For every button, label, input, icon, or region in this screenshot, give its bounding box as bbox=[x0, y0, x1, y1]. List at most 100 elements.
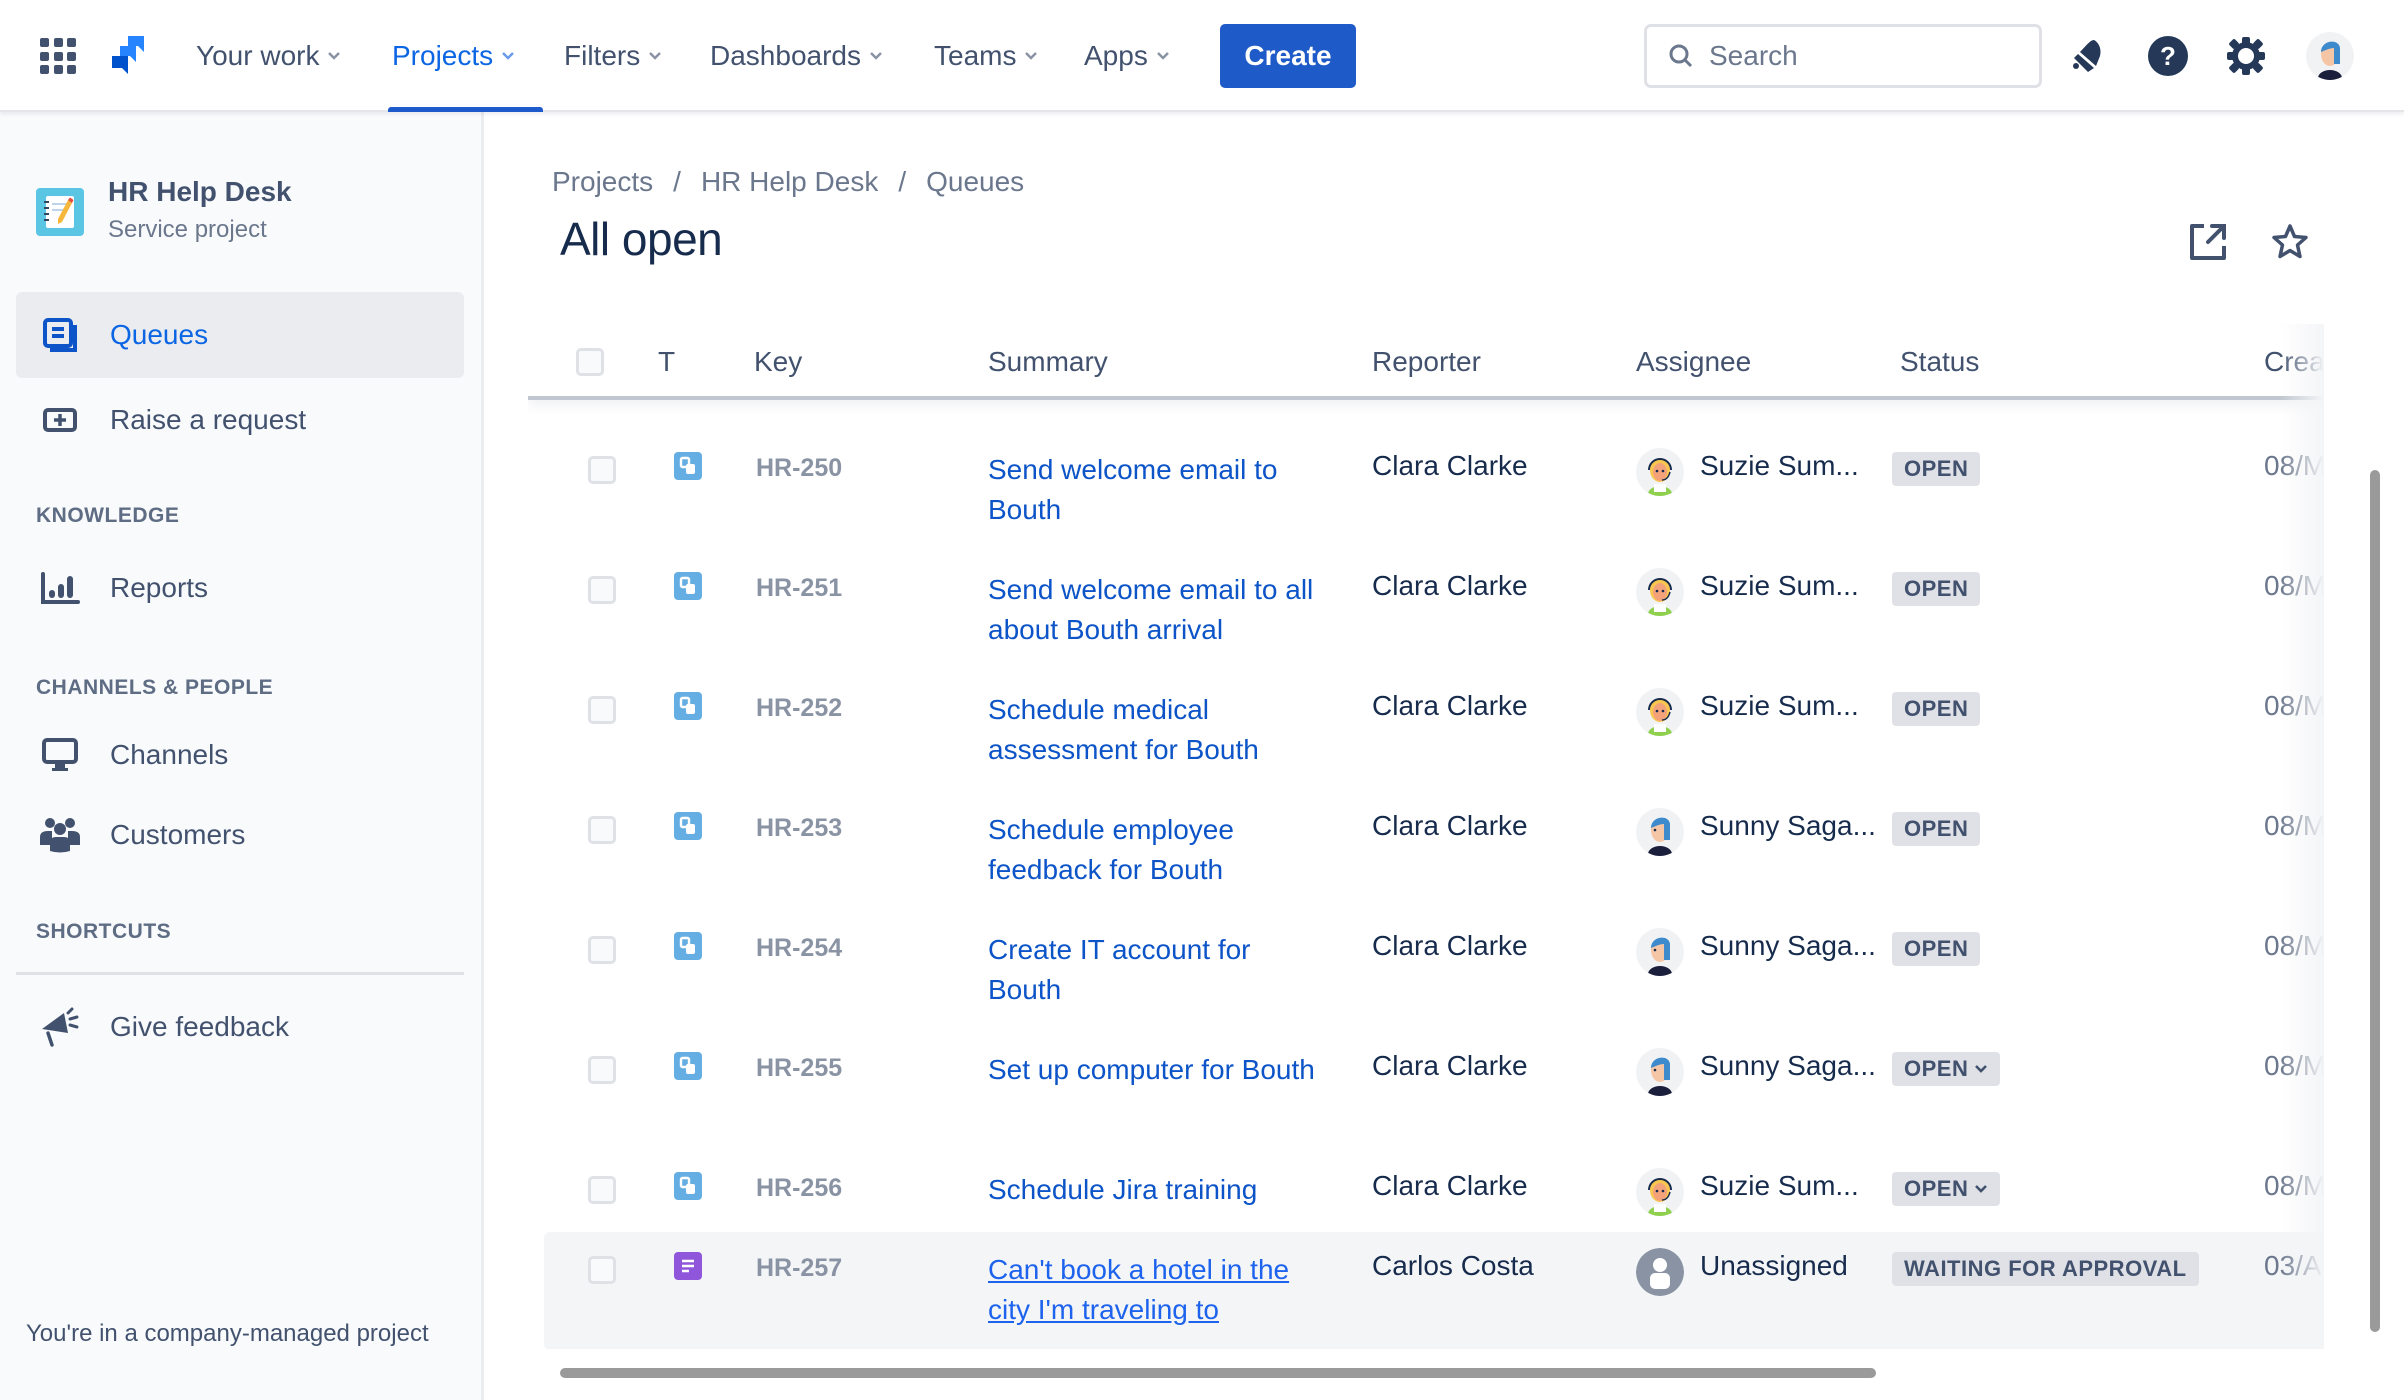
column-summary[interactable]: Summary bbox=[988, 346, 1108, 378]
create-button[interactable]: Create bbox=[1220, 24, 1356, 88]
sidebar-item-customers[interactable]: Customers bbox=[16, 792, 464, 878]
sidebar-item-label: Channels bbox=[110, 739, 229, 770]
row-checkbox[interactable] bbox=[588, 456, 616, 484]
issues-table: T Key Summary Reporter Assignee Status C… bbox=[528, 324, 2324, 1349]
sidebar-item-reports[interactable]: Reports bbox=[16, 545, 464, 631]
profile-avatar[interactable] bbox=[2306, 32, 2354, 80]
row-checkbox[interactable] bbox=[588, 1256, 616, 1284]
vertical-scrollbar[interactable] bbox=[2370, 470, 2380, 1332]
issue-key[interactable]: HR-257 bbox=[756, 1254, 842, 1283]
issue-key[interactable]: HR-256 bbox=[756, 1174, 842, 1203]
nav-label: Filters bbox=[564, 40, 641, 71]
reporter: Clara Clarke bbox=[1372, 930, 1528, 961]
issue-summary-link[interactable]: Schedule medical assessment for Bouth bbox=[988, 690, 1318, 770]
issue-summary-link[interactable]: Send welcome email to Bouth bbox=[988, 450, 1318, 530]
issue-key[interactable]: HR-251 bbox=[756, 574, 842, 603]
column-assignee[interactable]: Assignee bbox=[1636, 346, 1751, 378]
issue-summary-link[interactable]: Schedule Jira training bbox=[988, 1170, 1318, 1210]
status-badge[interactable]: OPEN bbox=[1892, 932, 1981, 966]
status-badge[interactable]: WAITING FOR APPROVAL bbox=[1892, 1252, 2199, 1286]
issue-summary-link[interactable]: Can't book a hotel in the city I'm trave… bbox=[988, 1250, 1318, 1330]
breadcrumb-queues[interactable]: Queues bbox=[926, 166, 1024, 198]
row-checkbox[interactable] bbox=[588, 576, 616, 604]
service-request-icon bbox=[674, 692, 702, 720]
assignee: Suzie Sum... bbox=[1700, 570, 1859, 601]
row-checkbox[interactable] bbox=[588, 1056, 616, 1084]
status-label: OPEN bbox=[1904, 1056, 1969, 1081]
status-badge[interactable]: OPEN bbox=[1892, 692, 1981, 726]
issue-key[interactable]: HR-253 bbox=[756, 814, 842, 843]
search-icon bbox=[1669, 44, 1693, 68]
table-header: T Key Summary Reporter Assignee Status C… bbox=[528, 324, 2324, 400]
nav-your-work[interactable]: Your work bbox=[196, 0, 341, 112]
settings-icon[interactable] bbox=[2224, 34, 2268, 78]
table-row[interactable]: HR-253 Schedule employee feedback for Bou… bbox=[544, 792, 2324, 912]
select-all-checkbox[interactable] bbox=[576, 348, 604, 376]
issue-key[interactable]: HR-252 bbox=[756, 694, 842, 723]
notifications-icon[interactable] bbox=[2066, 34, 2110, 78]
raise-request-icon bbox=[40, 400, 80, 440]
issue-summary-link[interactable]: Set up computer for Bouth bbox=[988, 1050, 1318, 1090]
breadcrumb-project[interactable]: HR Help Desk bbox=[701, 166, 878, 198]
search-box[interactable] bbox=[1644, 24, 2042, 88]
table-row[interactable]: HR-255 Set up computer for Bouth Clara Cla… bbox=[544, 1032, 2324, 1152]
star-icon[interactable] bbox=[2268, 220, 2312, 264]
breadcrumb-projects[interactable]: Projects bbox=[552, 166, 653, 198]
section-knowledge: KNOWLEDGE bbox=[36, 504, 180, 527]
status-badge[interactable]: OPEN bbox=[1892, 1052, 2001, 1086]
issue-key[interactable]: HR-250 bbox=[756, 454, 842, 483]
table-row[interactable]: HR-251 Send welcome email to all about Bo… bbox=[544, 552, 2324, 672]
issue-summary-link[interactable]: Create IT account for Bouth bbox=[988, 930, 1318, 1010]
status-label: OPEN bbox=[1904, 696, 1969, 721]
nav-dashboards[interactable]: Dashboards bbox=[710, 0, 883, 112]
chevron-down-icon bbox=[328, 52, 341, 60]
status-badge[interactable]: OPEN bbox=[1892, 452, 1981, 486]
row-checkbox[interactable] bbox=[588, 1176, 616, 1204]
jira-logo-icon[interactable] bbox=[106, 34, 146, 78]
sidebar-item-give-feedback[interactable]: Give feedback bbox=[16, 984, 464, 1070]
status-label: WAITING FOR APPROVAL bbox=[1904, 1256, 2187, 1281]
row-checkbox[interactable] bbox=[588, 816, 616, 844]
issue-summary-link[interactable]: Schedule employee feedback for Bouth bbox=[988, 810, 1318, 890]
nav-label: Projects bbox=[392, 40, 494, 71]
reporter: Clara Clarke bbox=[1372, 1170, 1528, 1201]
status-badge[interactable]: OPEN bbox=[1892, 572, 1981, 606]
sidebar-item-queues[interactable]: Queues bbox=[16, 292, 464, 378]
column-status[interactable]: Status bbox=[1900, 346, 1979, 378]
row-checkbox[interactable] bbox=[588, 696, 616, 724]
nav-projects[interactable]: Projects bbox=[387, 0, 544, 112]
nav-filters[interactable]: Filters bbox=[564, 0, 662, 112]
reports-icon bbox=[40, 568, 80, 608]
open-external-icon[interactable] bbox=[2186, 220, 2230, 264]
column-key[interactable]: Key bbox=[754, 346, 802, 378]
search-input[interactable] bbox=[1709, 40, 2009, 72]
issue-summary-link[interactable]: Send welcome email to all about Bouth ar… bbox=[988, 570, 1318, 650]
table-row[interactable]: HR-257 Can't book a hotel in the city I'm… bbox=[544, 1232, 2324, 1349]
status-badge[interactable]: OPEN bbox=[1892, 1172, 2001, 1206]
customers-icon bbox=[40, 815, 80, 855]
nav-apps[interactable]: Apps bbox=[1084, 0, 1170, 112]
row-checkbox[interactable] bbox=[588, 936, 616, 964]
horizontal-scrollbar[interactable] bbox=[560, 1368, 1876, 1378]
ask-question-icon bbox=[674, 1252, 702, 1280]
column-reporter[interactable]: Reporter bbox=[1372, 346, 1481, 378]
table-fade bbox=[2280, 324, 2324, 1349]
sidebar-item-label: Customers bbox=[110, 819, 246, 850]
nav-label: Your work bbox=[196, 40, 320, 71]
assignee: Suzie Sum... bbox=[1700, 690, 1859, 721]
table-row[interactable]: HR-252 Schedule medical assessment for Bo… bbox=[544, 672, 2324, 792]
nav-teams[interactable]: Teams bbox=[934, 0, 1038, 112]
status-badge[interactable]: OPEN bbox=[1892, 812, 1981, 846]
app-switcher-icon[interactable] bbox=[40, 38, 76, 74]
table-row[interactable]: HR-254 Create IT account for Bouth Clara C… bbox=[544, 912, 2324, 1032]
issue-key[interactable]: HR-254 bbox=[756, 934, 842, 963]
sidebar-item-channels[interactable]: Channels bbox=[16, 712, 464, 798]
sidebar-item-label: Reports bbox=[110, 572, 209, 603]
help-icon[interactable]: ? bbox=[2146, 34, 2190, 78]
column-type[interactable]: T bbox=[658, 346, 675, 378]
sidebar-item-raise-request[interactable]: Raise a request bbox=[16, 377, 464, 463]
section-channels-people: CHANNELS & PEOPLE bbox=[36, 676, 274, 699]
issue-key[interactable]: HR-255 bbox=[756, 1054, 842, 1083]
table-row[interactable]: HR-250 Send welcome email to Bouth Clara C… bbox=[544, 432, 2324, 552]
reporter: Carlos Costa bbox=[1372, 1250, 1534, 1281]
